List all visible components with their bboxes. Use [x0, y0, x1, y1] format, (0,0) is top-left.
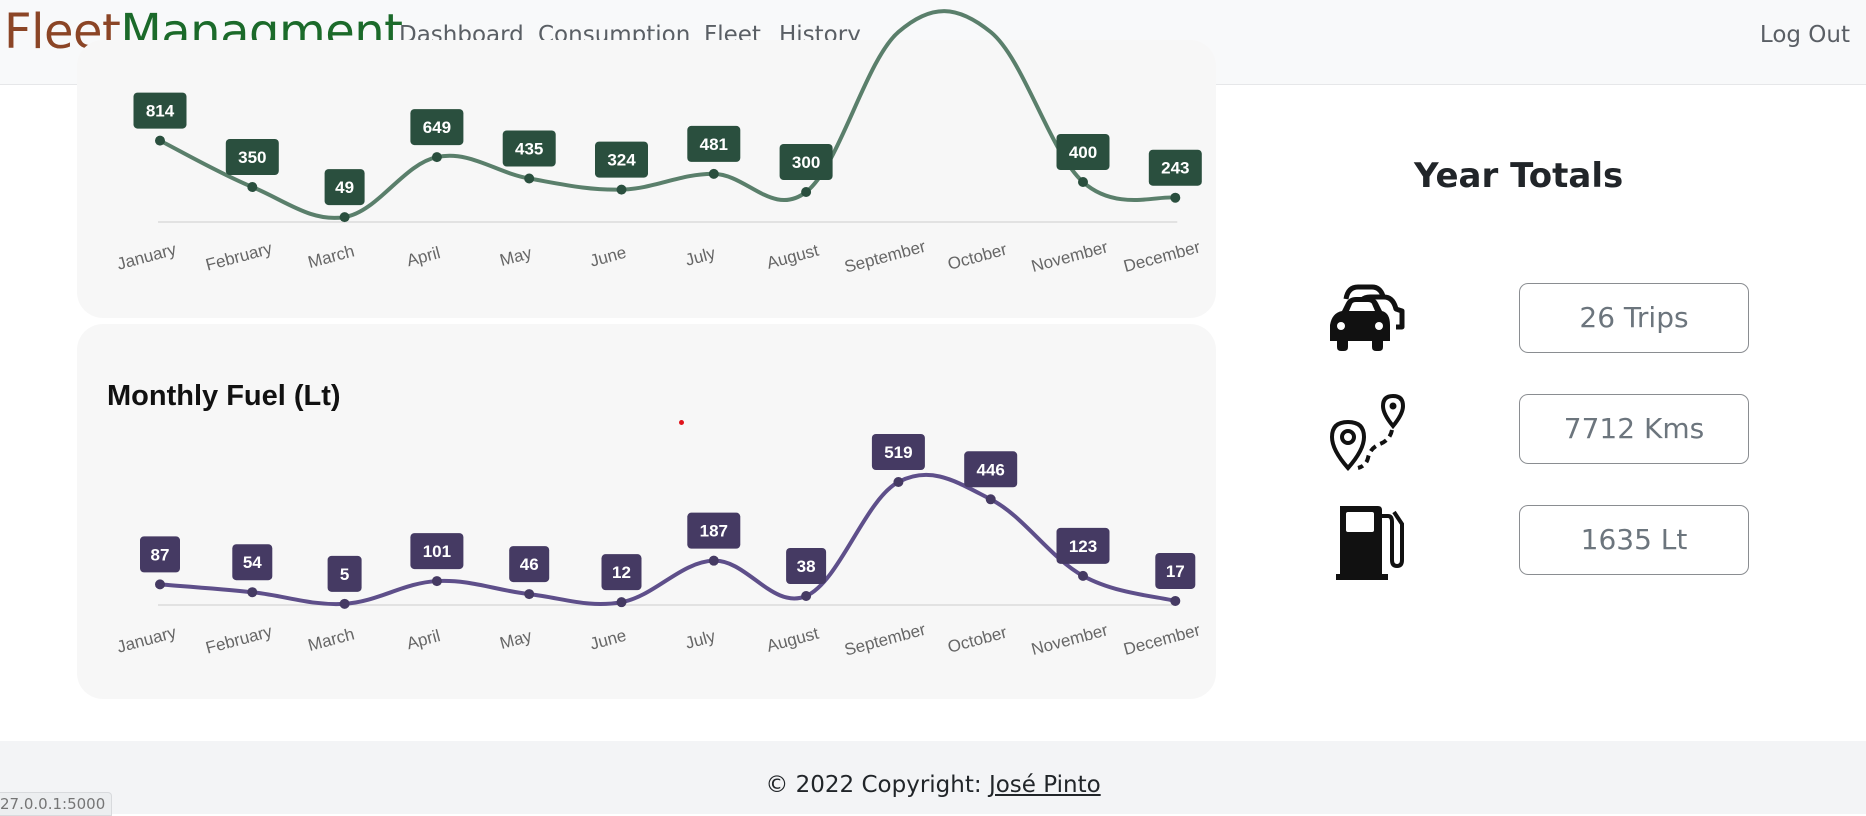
chart-plot: 814 350 49 649 435 324 481 300 400 243 January Febr…: [115, 9, 1203, 277]
cars-icon: [1328, 281, 1408, 365]
data-point-january[interactable]: [155, 579, 165, 590]
x-tick-label-march: March: [306, 624, 357, 655]
data-point-may[interactable]: [524, 173, 535, 184]
monthly-fuel-chart: 87 54 5 101 46 12 187 38 519 446 123 17 January Febru…: [115, 433, 1203, 660]
total-fuel-box: 1635 Lt: [1519, 505, 1749, 575]
data-label-april: 101: [423, 542, 451, 561]
data-label-july: 481: [700, 135, 728, 154]
total-trips-box: 26 Trips: [1519, 283, 1749, 353]
data-label-february: 350: [238, 148, 266, 167]
monthly-trips-chart-card: 814 350 49 649 435 324 481 300 400 243 January Febr…: [77, 9, 1216, 318]
x-tick-label-may: May: [498, 243, 534, 270]
x-tick-label-september: September: [842, 237, 928, 277]
x-tick-label-july: July: [683, 243, 718, 269]
x-tick-label-june: June: [588, 243, 629, 271]
x-tick-label-november: November: [1029, 620, 1110, 659]
monthly-trips-chart: 814 350 49 649 435 324 481 300 400 243 January Febr…: [115, 9, 1203, 277]
data-point-june[interactable]: [616, 597, 627, 608]
x-tick-label-february: February: [204, 622, 275, 658]
data-point-march[interactable]: [339, 212, 350, 223]
data-point-august[interactable]: [801, 590, 812, 601]
copyright-text: © 2022 Copyright: José Pinto: [0, 772, 1866, 798]
x-tick-label-april: April: [405, 243, 443, 270]
logout-link[interactable]: Log Out: [1760, 22, 1850, 48]
data-label-january: 87: [151, 545, 170, 564]
x-tick-label-september: September: [842, 620, 928, 660]
data-point-february[interactable]: [247, 182, 258, 192]
data-point-october[interactable]: [985, 494, 996, 505]
year-totals-title: Year Totals: [1414, 156, 1624, 196]
footer: © 2022 Copyright: José Pinto: [0, 741, 1866, 814]
data-point-december[interactable]: [1170, 595, 1181, 606]
x-tick-label-june: June: [588, 626, 629, 654]
x-tick-label-february: February: [204, 239, 275, 275]
fuel-pump-icon: [1330, 502, 1410, 586]
x-tick-label-december: December: [1122, 620, 1203, 659]
data-label-november: 123: [1069, 537, 1097, 556]
series-line: [159, 9, 1176, 220]
data-point-may[interactable]: [524, 589, 535, 600]
data-label-march: 49: [335, 178, 354, 197]
data-label-july: 187: [700, 522, 728, 541]
data-label-november: 400: [1069, 143, 1097, 162]
total-kms-box: 7712 Kms: [1519, 394, 1749, 464]
data-label-march: 5: [340, 565, 349, 584]
status-bar-url: 27.0.0.1:5000: [0, 792, 113, 816]
x-tick-label-august: August: [765, 624, 821, 656]
data-label-may: 435: [515, 140, 543, 159]
data-point-july[interactable]: [708, 168, 719, 179]
route-pins-icon: [1328, 392, 1408, 476]
data-point-february[interactable]: [247, 587, 258, 598]
data-label-september: 519: [884, 443, 912, 462]
chart-plot: 87 54 5 101 46 12 187 38 519 446 123 17 January Febru…: [115, 433, 1203, 660]
data-label-august: 300: [792, 153, 820, 172]
x-tick-label-march: March: [306, 241, 357, 272]
data-point-july[interactable]: [708, 555, 719, 566]
data-label-october: 446: [977, 460, 1005, 479]
series-line: [159, 472, 1176, 607]
x-tick-label-july: July: [683, 626, 718, 652]
data-point-november[interactable]: [1078, 570, 1088, 581]
x-tick-label-may: May: [498, 626, 534, 653]
x-tick-label-january: January: [115, 240, 179, 274]
x-tick-label-december: December: [1122, 237, 1203, 276]
data-label-june: 12: [612, 563, 631, 582]
data-point-january[interactable]: [155, 135, 165, 146]
x-tick-label-april: April: [405, 626, 443, 653]
author-link[interactable]: José Pinto: [989, 772, 1101, 798]
cursor-dot: [679, 420, 684, 425]
data-point-april[interactable]: [431, 152, 442, 163]
x-tick-label-january: January: [115, 623, 179, 657]
data-point-june[interactable]: [616, 184, 627, 195]
data-label-december: 17: [1166, 562, 1185, 581]
data-point-august[interactable]: [801, 187, 812, 197]
data-point-december[interactable]: [1170, 192, 1181, 203]
data-label-may: 46: [520, 555, 539, 574]
data-label-february: 54: [243, 553, 262, 572]
monthly-fuel-chart-card: Monthly Fuel (Lt) 87 54 5 101 46 12 187 38 519 44…: [77, 324, 1216, 699]
x-tick-label-october: October: [946, 240, 1010, 274]
data-label-june: 324: [607, 151, 636, 170]
data-point-april[interactable]: [431, 576, 442, 587]
data-label-august: 38: [797, 557, 816, 576]
data-point-march[interactable]: [339, 598, 350, 609]
data-point-november[interactable]: [1078, 177, 1088, 187]
x-tick-label-november: November: [1029, 237, 1110, 276]
copyright-label: © 2022 Copyright:: [765, 772, 989, 798]
data-label-january: 814: [146, 102, 175, 121]
data-label-december: 243: [1161, 159, 1189, 178]
data-label-april: 649: [423, 118, 451, 137]
x-tick-label-august: August: [765, 241, 821, 273]
x-tick-label-october: October: [946, 623, 1010, 657]
data-point-september[interactable]: [893, 476, 904, 487]
